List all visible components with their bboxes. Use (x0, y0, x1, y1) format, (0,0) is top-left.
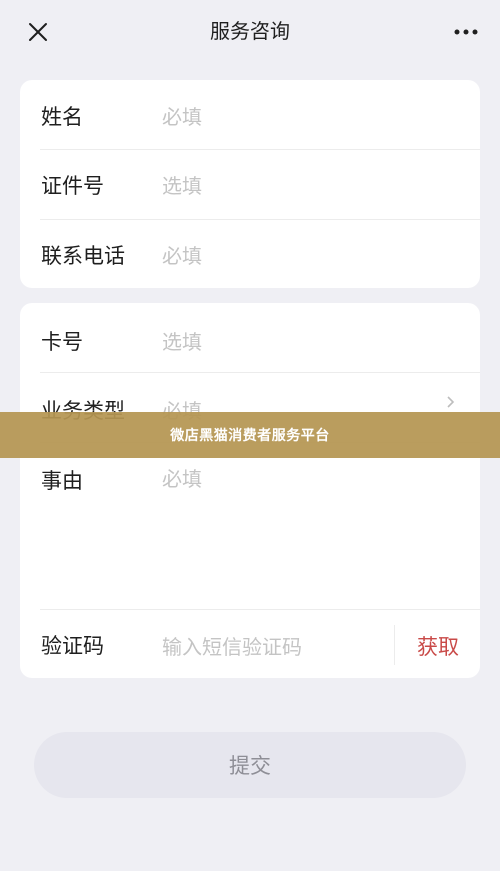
phone-label: 联系电话 (41, 244, 125, 268)
more-dots-icon (454, 29, 478, 35)
chevron-right-icon (447, 396, 455, 408)
verification-code-label: 验证码 (41, 634, 104, 658)
service-info-card: 卡号 业务类型 事由 验证码 获取 (20, 303, 480, 678)
verification-code-input[interactable] (162, 632, 382, 662)
name-row: 姓名 (20, 80, 480, 149)
card-number-input[interactable] (162, 327, 442, 357)
card-number-label: 卡号 (41, 330, 83, 354)
get-code-button[interactable]: 获取 (396, 615, 480, 677)
reason-label: 事由 (41, 469, 83, 493)
reason-textarea[interactable] (162, 463, 462, 593)
personal-info-card: 姓名 证件号 联系电话 (20, 80, 480, 288)
vertical-divider (394, 625, 395, 665)
phone-row: 联系电话 (20, 220, 480, 288)
id-number-input[interactable] (162, 171, 442, 201)
id-number-label: 证件号 (41, 174, 104, 198)
phone-input[interactable] (162, 241, 442, 271)
more-options-button[interactable] (446, 12, 486, 52)
close-icon (29, 23, 47, 41)
app-header: 服务咨询 (0, 0, 500, 62)
watermark-banner: 微店黑猫消费者服务平台 (0, 412, 500, 458)
close-button[interactable] (18, 12, 58, 52)
name-input[interactable] (162, 102, 442, 132)
page-title: 服务咨询 (210, 19, 290, 43)
card-number-row: 卡号 (20, 303, 480, 372)
name-label: 姓名 (41, 105, 83, 129)
id-number-row: 证件号 (20, 150, 480, 219)
submit-button[interactable]: 提交 (34, 732, 466, 798)
